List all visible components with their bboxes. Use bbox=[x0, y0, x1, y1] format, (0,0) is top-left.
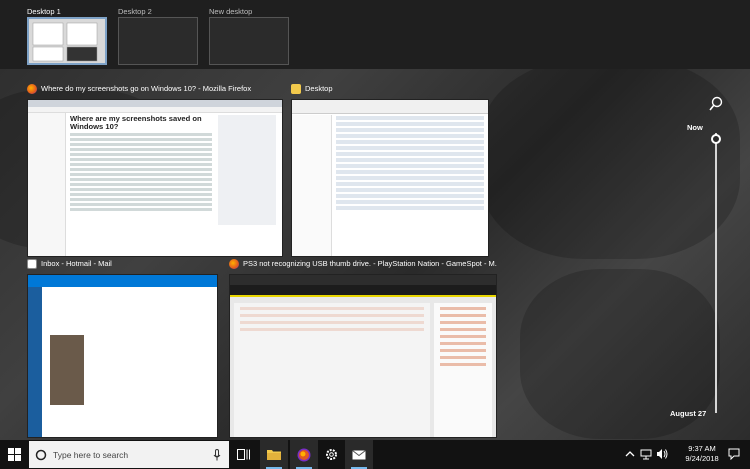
forum-sidebar bbox=[434, 303, 492, 437]
folder-icon bbox=[291, 84, 301, 94]
browser-tabs bbox=[230, 275, 496, 285]
advertisement bbox=[218, 115, 276, 225]
window-thumbnail[interactable] bbox=[291, 99, 489, 257]
window-title-bar: PS3 not recognizing USB thumb drive. - P… bbox=[229, 256, 497, 272]
clock-time: 9:37 AM bbox=[688, 444, 716, 453]
timeline-now-label: Now bbox=[687, 123, 703, 132]
desktop-1-thumbnail[interactable] bbox=[27, 17, 107, 65]
new-desktop-label: New desktop bbox=[209, 7, 253, 16]
window-title: Desktop bbox=[305, 84, 333, 93]
volume-icon[interactable] bbox=[656, 448, 668, 460]
system-clock[interactable]: 9:37 AM 9/24/2018 bbox=[680, 444, 724, 464]
microphone-icon[interactable] bbox=[213, 449, 221, 461]
article-content: Where are my screenshots saved on Window… bbox=[70, 115, 212, 252]
search-placeholder: Type here to search bbox=[53, 449, 129, 460]
file-explorer-icon bbox=[267, 450, 281, 460]
timeline-search-icon[interactable] bbox=[709, 96, 723, 112]
new-desktop[interactable]: New desktop bbox=[209, 6, 291, 65]
taskbar-search-box[interactable]: Type here to search bbox=[29, 441, 229, 468]
chevron-up-icon[interactable] bbox=[624, 448, 636, 460]
window-thumbnail[interactable] bbox=[27, 274, 218, 438]
browser-sidebar bbox=[28, 113, 66, 256]
desktop-1-preview bbox=[32, 22, 98, 62]
mail-icon bbox=[352, 449, 366, 459]
desktop-2-thumbnail[interactable] bbox=[118, 17, 198, 65]
window-title: Where do my screenshots go on Windows 10… bbox=[41, 84, 252, 93]
timeline-now-marker[interactable] bbox=[711, 134, 721, 144]
notification-icon[interactable] bbox=[728, 448, 740, 460]
firefox-icon bbox=[297, 448, 311, 461]
window-title: Inbox - Hotmail - Mail bbox=[41, 259, 112, 268]
start-button[interactable] bbox=[0, 440, 29, 469]
window-title-bar: Desktop bbox=[291, 81, 489, 97]
timeline-track[interactable] bbox=[715, 133, 717, 413]
virtual-desktops-bar: Desktop 1 Desktop 2 New desktop bbox=[0, 0, 750, 69]
firefox-icon bbox=[27, 84, 37, 94]
article-heading: Where are my screenshots saved on Window… bbox=[70, 114, 202, 131]
background-rock bbox=[480, 69, 740, 259]
mail-nav-rail bbox=[28, 287, 42, 437]
mail-image bbox=[50, 335, 84, 405]
window-mail[interactable]: Inbox - Hotmail - Mail bbox=[27, 256, 218, 438]
task-view-area: Where do my screenshots go on Windows 10… bbox=[0, 69, 750, 440]
window-firefox[interactable]: Where do my screenshots go on Windows 10… bbox=[27, 81, 283, 257]
taskbar-mail[interactable] bbox=[345, 440, 373, 469]
gamespot-nav bbox=[230, 285, 496, 297]
window-file-explorer[interactable]: Desktop bbox=[291, 81, 489, 257]
desktop-1-label: Desktop 1 bbox=[27, 7, 61, 16]
timeline-date-label: August 27 bbox=[670, 409, 707, 418]
settings-icon bbox=[325, 449, 337, 460]
explorer-ribbon bbox=[292, 100, 488, 114]
cortana-search-icon bbox=[35, 449, 47, 460]
mail-icon bbox=[27, 259, 37, 269]
browser-tabs bbox=[28, 100, 282, 107]
desktop-2[interactable]: Desktop 2 bbox=[118, 6, 200, 65]
window-firefox-gamespot[interactable]: PS3 not recognizing USB thumb drive. - P… bbox=[229, 256, 497, 438]
windows-start-icon bbox=[8, 448, 21, 461]
window-title: PS3 not recognizing USB thumb drive. - P… bbox=[243, 259, 497, 268]
clock-date: 9/24/2018 bbox=[685, 454, 719, 463]
window-title-bar: Where do my screenshots go on Windows 10… bbox=[27, 81, 283, 97]
task-view-button[interactable] bbox=[230, 440, 256, 469]
forum-posts bbox=[234, 303, 430, 437]
explorer-nav-pane bbox=[292, 115, 332, 256]
window-thumbnail[interactable] bbox=[229, 274, 497, 438]
taskbar-file-explorer[interactable] bbox=[260, 440, 288, 469]
network-icon[interactable] bbox=[640, 448, 652, 460]
taskbar: Type here to search 9:37 AM 9/24/2018 bbox=[0, 440, 750, 469]
task-view-icon bbox=[236, 449, 250, 460]
firefox-icon bbox=[229, 259, 239, 269]
desktop-2-label: Desktop 2 bbox=[118, 7, 152, 16]
taskbar-settings[interactable] bbox=[318, 440, 344, 469]
mail-header bbox=[28, 275, 217, 287]
window-title-bar: Inbox - Hotmail - Mail bbox=[27, 256, 218, 272]
taskbar-firefox[interactable] bbox=[290, 440, 318, 469]
address-bar bbox=[28, 107, 282, 113]
new-desktop-thumbnail[interactable] bbox=[209, 17, 289, 65]
window-thumbnail[interactable]: Where are my screenshots saved on Window… bbox=[27, 99, 283, 257]
desktop-1[interactable]: Desktop 1 bbox=[27, 6, 109, 65]
